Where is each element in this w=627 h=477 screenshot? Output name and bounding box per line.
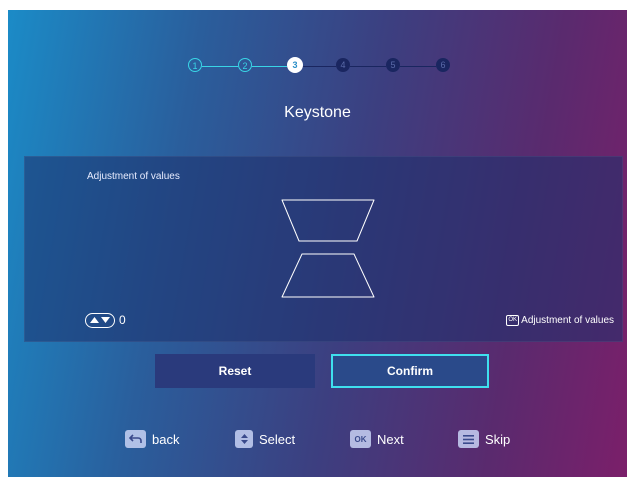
- hint-next[interactable]: OK Next: [350, 430, 404, 448]
- keystone-panel: Adjustment of values 0 OK Adjustment of …: [24, 156, 623, 342]
- step-connector: [252, 65, 287, 67]
- hint-select-label: Select: [259, 431, 296, 447]
- step-progress: 1 2 3 4 5 6: [188, 57, 450, 74]
- page-title: Keystone: [284, 104, 351, 121]
- panel-label: Adjustment of values: [87, 171, 180, 182]
- hint-skip[interactable]: Skip: [458, 430, 510, 448]
- step-6: 6: [436, 58, 450, 72]
- select-updown-icon: [235, 430, 253, 448]
- keystone-value: 0: [119, 313, 126, 327]
- up-down-icon[interactable]: [85, 312, 115, 328]
- menu-icon: [458, 430, 479, 448]
- reset-button[interactable]: Reset: [155, 354, 315, 388]
- arrow-down-icon: [101, 317, 110, 323]
- step-2: 2: [238, 58, 252, 72]
- step-connector: [303, 65, 336, 67]
- step-3-current: 3: [287, 57, 303, 73]
- keystone-bottom-shape: [281, 253, 375, 298]
- back-icon: [125, 430, 146, 448]
- step-connector: [350, 65, 386, 67]
- hint-next-label: Next: [377, 431, 404, 447]
- keystone-top-shape: [281, 199, 375, 242]
- arrow-up-icon: [90, 317, 99, 323]
- hint-back[interactable]: back: [125, 430, 179, 448]
- step-4: 4: [336, 58, 350, 72]
- hint-back-label: back: [152, 431, 180, 447]
- step-connector: [202, 65, 238, 67]
- step-connector: [400, 65, 436, 67]
- value-readout: 0: [85, 312, 126, 328]
- ok-adjust-hint: OK Adjustment of values: [506, 315, 614, 326]
- step-5: 5: [386, 58, 400, 72]
- confirm-button[interactable]: Confirm: [331, 354, 489, 388]
- step-1: 1: [188, 58, 202, 72]
- ok-hint-label: Adjustment of values: [521, 315, 614, 326]
- hint-select[interactable]: Select: [235, 430, 295, 448]
- setup-screen: 1 2 3 4 5 6 Keystone Adjustment of value…: [8, 10, 627, 477]
- ok-icon: OK: [506, 315, 520, 326]
- hint-skip-label: Skip: [485, 431, 511, 447]
- keystone-shape-illustration: [281, 199, 375, 298]
- ok-icon: OK: [350, 430, 371, 448]
